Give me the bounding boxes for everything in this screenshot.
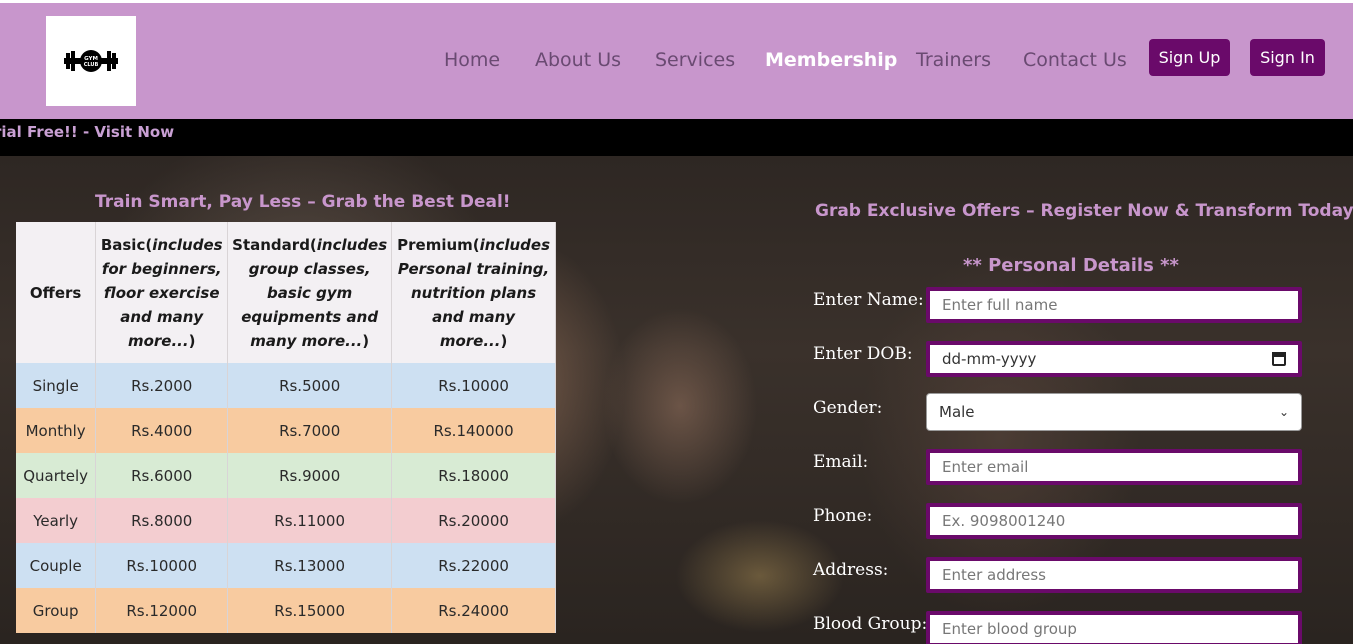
sign-up-button[interactable]: Sign Up: [1149, 39, 1230, 76]
gender-value: Male: [939, 403, 975, 421]
svg-text:CLUB: CLUB: [84, 62, 99, 68]
standard-price-cell: Rs.15000: [227, 588, 393, 633]
standard-price-cell: Rs.13000: [227, 543, 393, 588]
offer-cell: Couple: [16, 543, 97, 588]
address-placeholder: Enter address: [942, 566, 1046, 584]
table-row: Couple Rs.10000 Rs.13000 Rs.22000: [16, 543, 556, 588]
table-row: Monthly Rs.4000 Rs.7000 Rs.140000: [16, 408, 556, 453]
table-row: Group Rs.12000 Rs.15000 Rs.24000: [16, 588, 556, 633]
phone-placeholder: Ex. 9098001240: [942, 512, 1066, 530]
basic-price-cell: Rs.6000: [95, 453, 229, 498]
table-row: Quartely Rs.6000 Rs.9000 Rs.18000: [16, 453, 556, 498]
premium-price-cell: Rs.20000: [391, 498, 556, 543]
pricing-table: Offers Basic(includes for beginners, flo…: [16, 222, 556, 633]
premium-price-cell: Rs.18000: [391, 453, 556, 498]
dob-field[interactable]: dd-mm-yyyy: [926, 341, 1302, 377]
offer-cell: Yearly: [16, 498, 97, 543]
basic-price-cell: Rs.10000: [95, 543, 229, 588]
email-label: Email:: [813, 452, 869, 472]
email-field[interactable]: Enter email: [926, 449, 1302, 485]
gym-logo-icon: GYM CLUB: [64, 50, 118, 72]
offer-cell: Quartely: [16, 453, 97, 498]
header-offers: Offers: [16, 222, 97, 363]
premium-price-cell: Rs.24000: [391, 588, 556, 633]
dob-label: Enter DOB:: [813, 344, 913, 364]
gym-logo[interactable]: GYM CLUB: [46, 16, 136, 106]
premium-price-cell: Rs.22000: [391, 543, 556, 588]
gender-select[interactable]: Male ⌄: [926, 393, 1302, 431]
header-basic: Basic(includes for beginners, floor exer…: [95, 222, 229, 363]
blood-group-placeholder: Enter blood group: [942, 620, 1077, 638]
offer-cell: Single: [16, 363, 97, 408]
basic-price-cell: Rs.2000: [95, 363, 229, 408]
standard-price-cell: Rs.9000: [227, 453, 393, 498]
table-row: Single Rs.2000 Rs.5000 Rs.10000: [16, 363, 556, 408]
basic-price-cell: Rs.4000: [95, 408, 229, 453]
header-standard: Standard(includes group classes, basic g…: [227, 222, 393, 363]
chevron-down-icon: ⌄: [1278, 405, 1289, 419]
header-premium: Premium(includes Personal training, nutr…: [391, 222, 556, 363]
gender-label: Gender:: [813, 398, 883, 418]
nav-about-us[interactable]: About Us: [535, 49, 621, 71]
table-row: Yearly Rs.8000 Rs.11000 Rs.20000: [16, 498, 556, 543]
standard-price-cell: Rs.5000: [227, 363, 393, 408]
premium-price-cell: Rs.10000: [391, 363, 556, 408]
phone-label: Phone:: [813, 506, 873, 526]
blood-group-label: Blood Group:: [813, 614, 928, 634]
name-placeholder: Enter full name: [942, 296, 1058, 314]
basic-price-cell: Rs.8000: [95, 498, 229, 543]
nav-membership[interactable]: Membership: [765, 49, 897, 71]
phone-field[interactable]: Ex. 9098001240: [926, 503, 1302, 539]
premium-price-cell: Rs.140000: [391, 408, 556, 453]
address-label: Address:: [813, 560, 889, 580]
nav-trainers[interactable]: Trainers: [916, 49, 991, 71]
form-title: Grab Exclusive Offers – Register Now & T…: [815, 201, 1353, 221]
nav-home[interactable]: Home: [444, 49, 500, 71]
basic-price-cell: Rs.12000: [95, 588, 229, 633]
dob-placeholder: dd-mm-yyyy: [942, 350, 1037, 368]
offer-cell: Monthly: [16, 408, 97, 453]
sign-in-button[interactable]: Sign In: [1250, 39, 1325, 76]
navbar: GYM CLUB Home About Us Services Membersh…: [0, 3, 1353, 119]
pricing-header-row: Offers Basic(includes for beginners, flo…: [16, 222, 556, 363]
standard-price-cell: Rs.7000: [227, 408, 393, 453]
address-field[interactable]: Enter address: [926, 557, 1302, 593]
blood-group-field[interactable]: Enter blood group: [926, 611, 1302, 644]
marquee-text: rial Free!! - Visit Now: [0, 123, 175, 141]
nav-services[interactable]: Services: [655, 49, 735, 71]
announcement-marquee[interactable]: rial Free!! - Visit Now: [0, 119, 1353, 156]
calendar-icon[interactable]: [1272, 352, 1286, 366]
offer-cell: Group: [16, 588, 97, 633]
nav-contact-us[interactable]: Contact Us: [1023, 49, 1127, 71]
personal-details-heading: ** Personal Details **: [963, 255, 1179, 276]
email-placeholder: Enter email: [942, 458, 1029, 476]
name-label: Enter Name:: [813, 290, 924, 310]
name-field[interactable]: Enter full name: [926, 287, 1302, 323]
standard-price-cell: Rs.11000: [227, 498, 393, 543]
pricing-title: Train Smart, Pay Less – Grab the Best De…: [95, 192, 511, 212]
